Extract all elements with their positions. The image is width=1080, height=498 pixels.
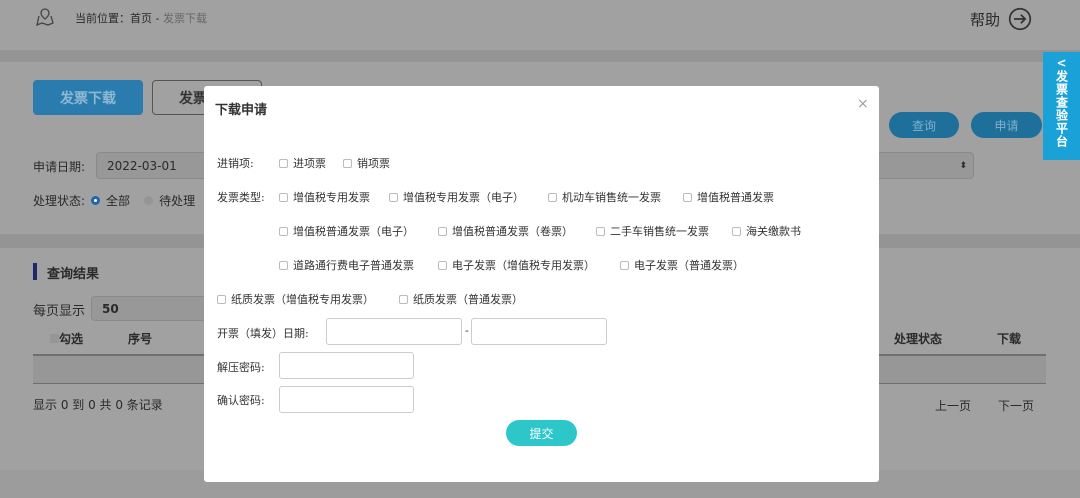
checkbox-box[interactable] [389, 192, 398, 202]
checkbox-label: 增值税专用发票 [293, 191, 370, 204]
date-start-input[interactable] [326, 318, 462, 345]
checkbox-box[interactable] [279, 260, 288, 270]
checkbox-label: 增值税普通发票（电子） [293, 225, 414, 238]
divider [0, 50, 1080, 62]
date-separator: - [465, 324, 469, 337]
breadcrumb-separator: - [152, 12, 163, 25]
arrow-right-circle-icon [1008, 7, 1032, 31]
breadcrumb-current: 发票下载 [162, 12, 207, 25]
checkbox-type[interactable]: 二手车销售统一发票 [596, 223, 709, 239]
date-end-input[interactable] [471, 318, 607, 345]
section-marker [33, 263, 37, 280]
checkbox-label: 道路通行费电子普通发票 [293, 259, 414, 272]
checkbox-box[interactable] [217, 294, 226, 304]
close-icon[interactable]: × [857, 96, 869, 112]
unzip-password-input[interactable] [279, 352, 414, 379]
checkbox-label: 二手车销售统一发票 [610, 225, 709, 238]
checkbox-box[interactable] [438, 260, 447, 270]
side-panel-label: 发票查验平台 [1054, 70, 1069, 148]
checkbox-box[interactable] [732, 226, 741, 236]
checkbox-input-invoice[interactable]: 进项票 [279, 155, 326, 171]
checkbox-label: 增值税专用发票（电子） [403, 191, 524, 204]
help-link[interactable]: 帮助 [970, 7, 1034, 31]
checkbox-box[interactable] [279, 226, 288, 236]
checkbox-box[interactable] [683, 192, 692, 202]
checkbox-box[interactable] [279, 192, 288, 202]
checkbox-label: 纸质发票（增值税专用发票） [231, 293, 374, 306]
col-status: 处理状态 [894, 332, 943, 346]
checkbox-box[interactable] [548, 192, 557, 202]
confirm-password-label: 确认密码: [217, 394, 265, 407]
select-arrows-icon: ⬍ [959, 160, 967, 171]
breadcrumb-home[interactable]: 首页 [130, 12, 152, 25]
radio-all-label: 全部 [106, 194, 131, 208]
status-filter: 处理状态: 全部 待处理 [33, 192, 195, 209]
checkbox-box[interactable] [279, 158, 288, 168]
checkbox-label: 销项票 [357, 157, 390, 170]
help-label: 帮助 [970, 10, 1001, 29]
checkbox-type[interactable]: 机动车销售统一发票 [548, 189, 661, 205]
breadcrumb: 当前位置：首页 - 发票下载 [75, 10, 207, 26]
confirm-password-input[interactable] [279, 386, 414, 413]
modal-title: 下载申请 [215, 103, 268, 118]
submit-button[interactable]: 提交 [506, 420, 577, 446]
checkbox-box[interactable] [620, 260, 629, 270]
apply-date-input[interactable]: 2022-03-01 [96, 152, 216, 179]
checkbox-type[interactable]: 电子发票（增值税专用发票） [438, 257, 595, 273]
results-title: 查询结果 [47, 267, 100, 282]
page-size-select[interactable]: 50 [91, 296, 211, 321]
checkbox-label: 海关缴款书 [746, 225, 801, 238]
status-label: 处理状态: [33, 194, 86, 208]
issue-date-label: 开票（填发）日期: [217, 327, 309, 340]
checkbox-type[interactable]: 增值税专用发票（电子） [389, 189, 524, 205]
col-index: 序号 [128, 332, 153, 346]
checkbox-label: 电子发票（增值税专用发票） [452, 259, 595, 272]
invoice-verify-platform-tab[interactable]: < 发票查验平台 [1043, 52, 1080, 160]
checkbox-box[interactable] [596, 226, 605, 236]
apply-date-label: 申请日期: [33, 160, 86, 174]
checkbox-type[interactable]: 增值税专用发票 [279, 189, 370, 205]
tab-invoice-download[interactable]: 发票下载 [33, 80, 143, 115]
results-summary: 显示 0 到 0 共 0 条记录 [33, 398, 163, 412]
checkbox-type[interactable]: 增值税普通发票 [683, 189, 774, 205]
select-all-checkbox[interactable] [50, 334, 59, 343]
map-location-icon [36, 8, 54, 27]
col-download: 下载 [997, 332, 1022, 346]
page-size-label: 每页显示 [33, 304, 86, 319]
checkbox-label: 机动车销售统一发票 [562, 191, 661, 204]
radio-all[interactable] [91, 196, 101, 205]
radio-pending-label: 待处理 [159, 194, 196, 208]
checkbox-box[interactable] [438, 226, 447, 236]
checkbox-type[interactable]: 增值税普通发票（卷票） [438, 223, 573, 239]
prev-page[interactable]: 上一页 [935, 397, 971, 414]
download-request-modal: 下载申请 × 进销项: 进项票 销项票 发票类型: 增值税专用发票 增值税专用发… [204, 86, 879, 482]
checkbox-type[interactable]: 海关缴款书 [732, 223, 801, 239]
checkbox-output-invoice[interactable]: 销项票 [343, 155, 390, 171]
breadcrumb-label: 当前位置： [75, 12, 130, 25]
query-button[interactable]: 查询 [889, 112, 959, 138]
checkbox-type[interactable]: 增值税普通发票（电子） [279, 223, 414, 239]
direction-label: 进销项: [217, 157, 254, 170]
checkbox-box[interactable] [343, 158, 352, 168]
checkbox-type[interactable]: 纸质发票（增值税专用发票） [217, 291, 374, 307]
checkbox-box[interactable] [399, 294, 408, 304]
status-select[interactable]: ⬍ [870, 152, 974, 179]
col-select: 勾选 [59, 332, 84, 346]
next-page[interactable]: 下一页 [998, 397, 1034, 414]
checkbox-label: 电子发票（普通发票） [634, 259, 744, 272]
apply-button[interactable]: 申请 [971, 112, 1042, 138]
checkbox-label: 增值税普通发票（卷票） [452, 225, 573, 238]
select-all[interactable]: 勾选 [50, 330, 83, 347]
checkbox-label: 增值税普通发票 [697, 191, 774, 204]
checkbox-label: 纸质发票（普通发票） [413, 293, 523, 306]
checkbox-type[interactable]: 纸质发票（普通发票） [399, 291, 523, 307]
checkbox-type[interactable]: 道路通行费电子普通发票 [279, 257, 414, 273]
checkbox-type[interactable]: 电子发票（普通发票） [620, 257, 744, 273]
checkbox-label: 进项票 [293, 157, 326, 170]
unzip-password-label: 解压密码: [217, 361, 265, 374]
chevron-left-icon: < [1056, 56, 1067, 70]
invoice-type-label: 发票类型: [217, 191, 265, 204]
radio-pending[interactable] [144, 196, 154, 205]
